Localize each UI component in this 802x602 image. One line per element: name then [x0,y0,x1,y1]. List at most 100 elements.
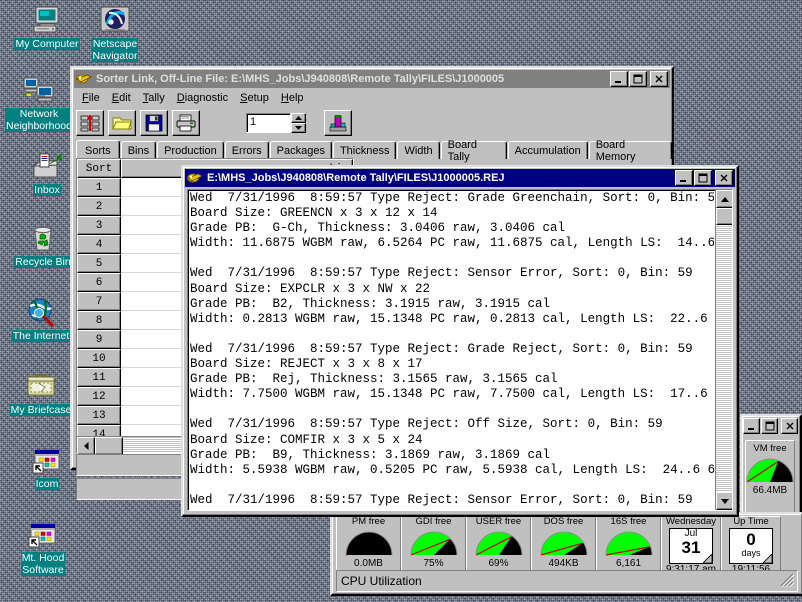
tab-packages[interactable]: Packages [269,141,332,159]
computer-icon [31,4,63,36]
shift-spinner[interactable]: 1 [246,113,306,133]
gauge-caption: GDI free [415,517,452,527]
vm-free-gauge [744,456,796,484]
row-sort-header[interactable]: 8 [77,311,121,330]
row-sort-header[interactable]: 13 [77,406,121,425]
row-sort-header[interactable]: 11 [77,368,121,387]
reject-maximize-button[interactable] [694,170,712,186]
resize-grip-icon[interactable] [780,573,795,590]
main-tabstrip[interactable]: Sorts Bins Production Errors Packages Thickne… [72,139,672,163]
tab-thickness[interactable]: Thickness [332,141,397,159]
main-maximize-button[interactable] [629,71,647,87]
clock-day: 31 [681,538,701,557]
main-minimize-button[interactable] [610,71,628,87]
row-sort-header[interactable]: 7 [77,292,121,311]
row-sort-header[interactable]: 2 [77,197,121,216]
open-button[interactable] [108,110,136,136]
gauge-caption: 16S free [610,517,647,527]
recycle-bin-icon [27,222,59,254]
clock-calendar: WednesdayJul319:31:17 am [661,516,721,576]
grid-header-sort[interactable]: Sort [77,159,121,178]
menu-item-help[interactable]: Help [275,91,310,105]
reject-text-area[interactable]: Wed 7/31/1996 8:59:57 Type Reject: Grade… [187,189,733,511]
reject-file-window[interactable]: E:\MHS_Jobs\J940808\Remote Tally\FILES\J… [181,165,739,517]
row-sort-header[interactable]: 5 [77,254,121,273]
gauge-dial [538,529,590,557]
row-sort-header[interactable]: 9 [77,330,121,349]
menu-item-file[interactable]: File [76,91,106,105]
dos-free-gauge: DOS free 494KB [531,516,596,576]
folder-shortcut-icon [31,444,63,476]
vm-close-button[interactable] [781,418,798,434]
main-window-titlebar[interactable]: Sorter Link, Off-Line File: E:\MHS_Jobs\… [74,70,670,88]
reject-scroll-up-button[interactable] [716,190,732,208]
desktop-icon-my-computer[interactable]: My Computer [10,4,84,53]
row-sort-header[interactable]: 3 [77,216,121,235]
menu-item-diagnostic[interactable]: Diagnostic [171,91,234,105]
desktop-icon-label: Inbox [33,184,61,196]
uptime-calendar: Up Time0days19:11:56 [721,516,781,576]
tab-accumulation[interactable]: Accumulation [507,141,588,159]
tab-board-memory[interactable]: Board Memory [588,139,672,163]
vm-free-panel[interactable]: VM free 66.4MB [740,414,802,523]
tab-board-tally[interactable]: Board Tally [440,139,507,163]
tab-bins[interactable]: Bins [120,141,157,159]
main-menubar[interactable]: File Edit Tally Diagnostic Setup Help [72,90,672,107]
tab-width[interactable]: Width [397,141,440,159]
vm-minimize-button[interactable] [743,418,760,434]
menu-item-tally[interactable]: Tally [137,91,171,105]
tab-errors[interactable]: Errors [224,141,269,159]
desktop-icon-label: My Computer [14,38,80,50]
grid-hscroll-left-button[interactable] [77,437,95,455]
row-sort-header[interactable]: 4 [77,235,121,254]
uptime-caption: Up Time [733,517,769,527]
menu-item-setup[interactable]: Setup [234,91,275,105]
gauge-dial [603,529,655,557]
shift-spinner-down[interactable] [291,123,306,133]
reject-vscrollbar[interactable] [715,190,732,510]
shift-spinner-up[interactable] [291,113,306,123]
desktop-icon-recycle-bin[interactable]: Recycle Bin [6,222,80,271]
menu-item-edit[interactable]: Edit [106,91,137,105]
grid-hscrollbar[interactable] [76,436,188,455]
save-button[interactable] [140,110,168,136]
reject-close-button[interactable] [715,170,733,186]
desktop-icon-label: Netscape Navigator [91,38,139,62]
row-sort-header[interactable]: 6 [77,273,121,292]
sorter-config-button[interactable] [76,110,104,136]
sorter-link-icon [187,171,203,185]
desktop-icon-my-briefcase[interactable]: My Briefcase [4,370,78,419]
desktop-icon-netscape-navigator[interactable]: Netscape Navigator [78,4,152,65]
vm-maximize-button[interactable] [761,418,778,434]
tab-production[interactable]: Production [157,141,224,159]
row-sort-header[interactable]: 1 [77,178,121,197]
s16-free-gauge: 16S free 6,161 [596,516,661,576]
shift-spinner-value[interactable]: 1 [246,113,291,133]
desktop-icon-network-neighborhood[interactable]: Network Neighborhood [2,74,76,135]
main-window-title: Sorter Link, Off-Line File: E:\MHS_Jobs\… [96,73,505,85]
tab-sorts[interactable]: Sorts [76,140,120,160]
sorter-link-icon [76,72,92,86]
print-button[interactable] [172,110,200,136]
main-toolbar[interactable]: 1 [72,107,672,140]
grid-hscroll-thumb[interactable] [95,437,123,455]
gauge-dial [408,529,460,557]
reject-window-titlebar[interactable]: E:\MHS_Jobs\J940808\Remote Tally\FILES\J… [185,169,735,187]
reject-minimize-button[interactable] [675,170,693,186]
desktop-icon-the-internet[interactable]: The Internet [4,296,78,345]
vm-free-value: 66.4MB [752,485,788,496]
desktop-icon-label: My Briefcase [9,404,73,416]
main-close-button[interactable] [650,71,668,87]
row-sort-header[interactable]: 10 [77,349,121,368]
system-monitor-window[interactable]: PM free 0.0MB GDI free 75% USER free 69% DO… [330,512,802,596]
desktop-icon-label: Network Neighborhood [5,108,73,132]
clock-weekday: Wednesday [666,517,716,527]
row-sort-header[interactable]: 12 [77,387,121,406]
chart-button[interactable] [324,110,352,136]
uptime-days: 0 [746,530,756,549]
gauge-value: 75% [423,558,444,569]
desktop-icon-mt-hood-software[interactable]: Mt. Hood Software [6,518,80,579]
gauge-caption: PM free [351,517,386,527]
reject-scroll-thumb[interactable] [716,208,732,225]
reject-scroll-down-button[interactable] [716,492,732,510]
